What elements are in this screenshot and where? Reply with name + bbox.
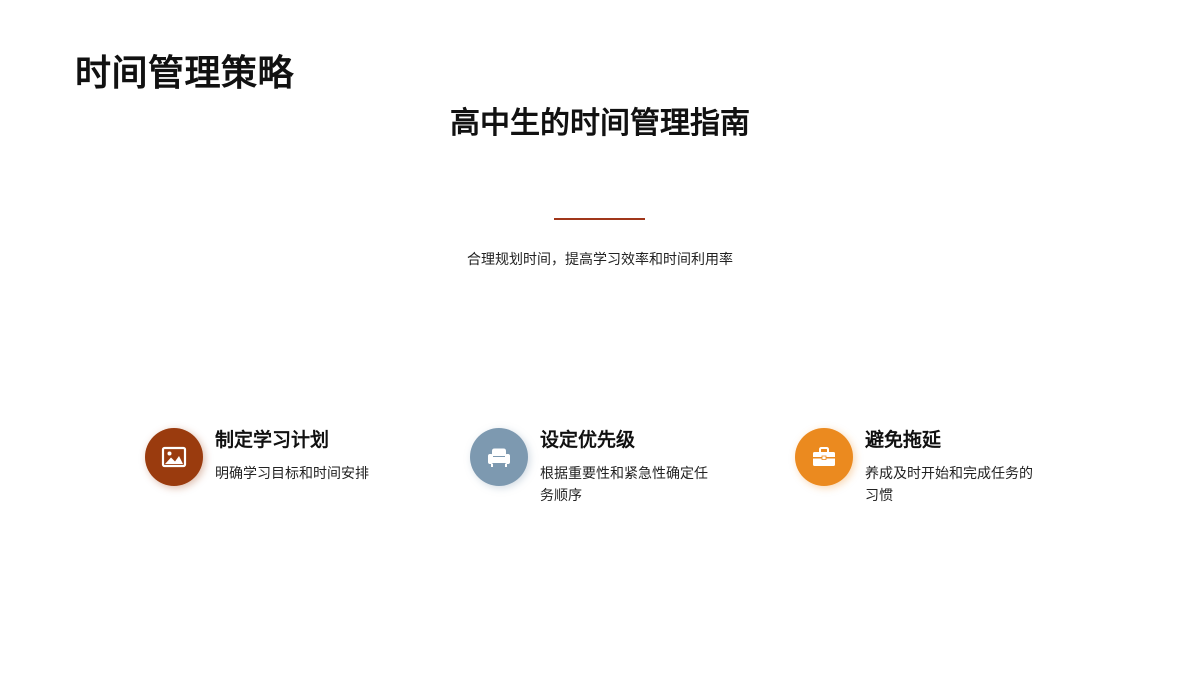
sofa-icon bbox=[488, 448, 510, 467]
feature-procrastination-title: 避免拖延 bbox=[865, 429, 942, 451]
feature-procrastination-description: 养成及时开始和完成任务的习惯 bbox=[865, 466, 1033, 504]
feature-plan-description: 明确学习目标和时间安排 bbox=[215, 466, 369, 482]
briefcase-icon bbox=[813, 447, 835, 466]
feature-procrastination-icon-badge bbox=[795, 428, 853, 486]
feature-priority-title: 设定优先级 bbox=[540, 429, 636, 451]
feature-plan: 制定学习计划 明确学习目标和时间安排 bbox=[145, 428, 435, 518]
slide-title: 时间管理策略 bbox=[75, 53, 295, 94]
feature-plan-icon-badge bbox=[145, 428, 203, 486]
feature-plan-title: 制定学习计划 bbox=[215, 429, 330, 451]
image-icon bbox=[161, 446, 187, 468]
title-divider bbox=[554, 218, 645, 220]
feature-priority-description: 根据重要性和紧急性确定任务顺序 bbox=[540, 466, 708, 504]
feature-priority: 设定优先级 根据重要性和紧急性确定任务顺序 bbox=[470, 428, 760, 518]
feature-priority-icon-badge bbox=[470, 428, 528, 486]
feature-procrastination: 避免拖延 养成及时开始和完成任务的习惯 bbox=[795, 428, 1085, 518]
main-title: 高中生的时间管理指南 bbox=[450, 106, 750, 141]
subtitle: 合理规划时间，提高学习效率和时间利用率 bbox=[467, 252, 733, 268]
